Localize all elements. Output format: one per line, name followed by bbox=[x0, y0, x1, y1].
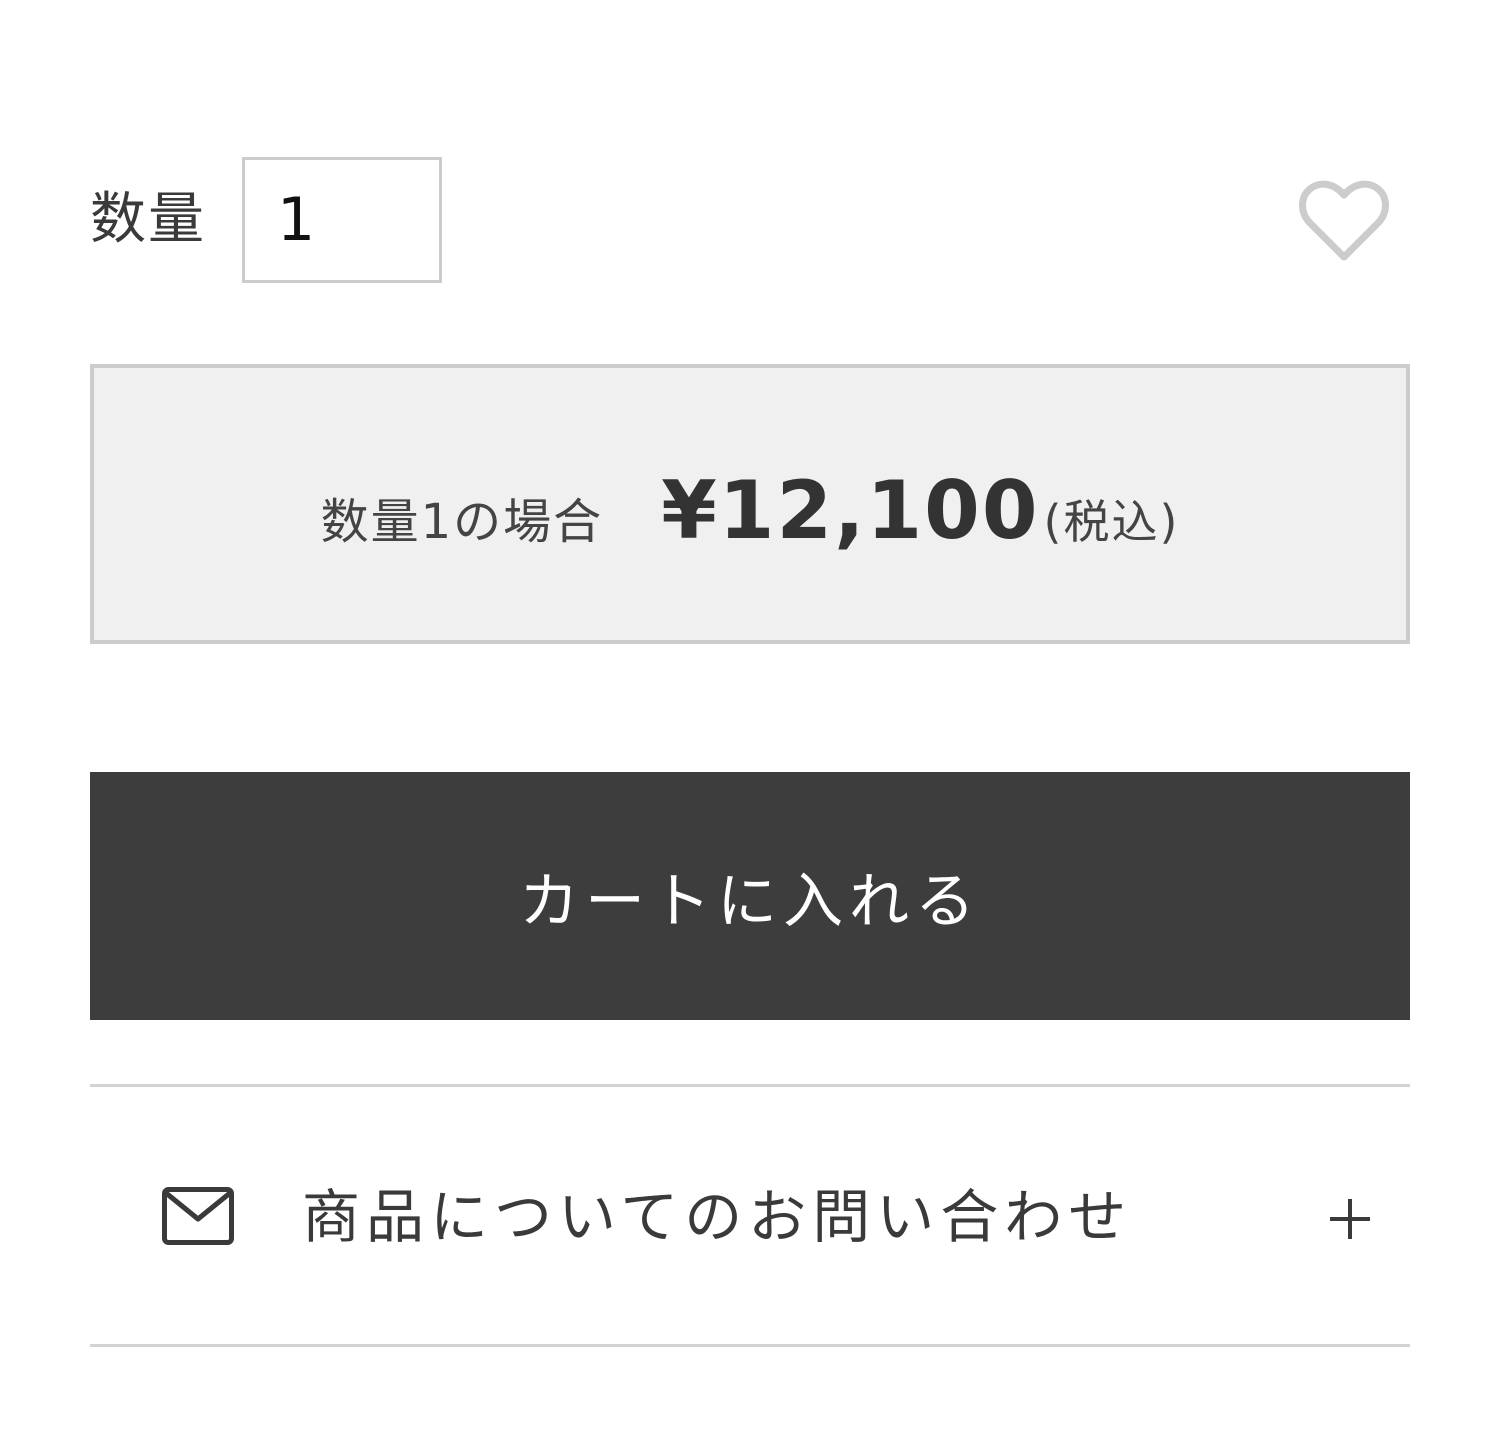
price-caption: 数量1の場合 bbox=[320, 493, 604, 550]
quantity-input[interactable] bbox=[242, 157, 442, 283]
price-amount: ¥12,100 bbox=[661, 463, 1040, 557]
product-inquiry-row[interactable]: 商品についてのお問い合わせ bbox=[90, 1087, 1410, 1344]
quantity-label: 数量 bbox=[90, 187, 206, 252]
price-box: 数量1の場合 ¥12,100 (税込) bbox=[90, 364, 1410, 644]
add-to-cart-button[interactable]: カートに入れる bbox=[90, 772, 1410, 1020]
quantity-row: 数量 bbox=[90, 157, 1410, 283]
mail-icon bbox=[162, 1187, 234, 1245]
divider bbox=[90, 1344, 1410, 1347]
tax-note: (税込) bbox=[1043, 494, 1180, 549]
plus-icon[interactable] bbox=[1330, 1199, 1370, 1239]
heart-icon bbox=[1298, 179, 1390, 265]
favorite-button[interactable] bbox=[1298, 179, 1390, 265]
price-line: 数量1の場合 ¥12,100 (税込) bbox=[321, 464, 1180, 557]
inquiry-label: 商品についてのお問い合わせ bbox=[302, 1183, 1133, 1251]
